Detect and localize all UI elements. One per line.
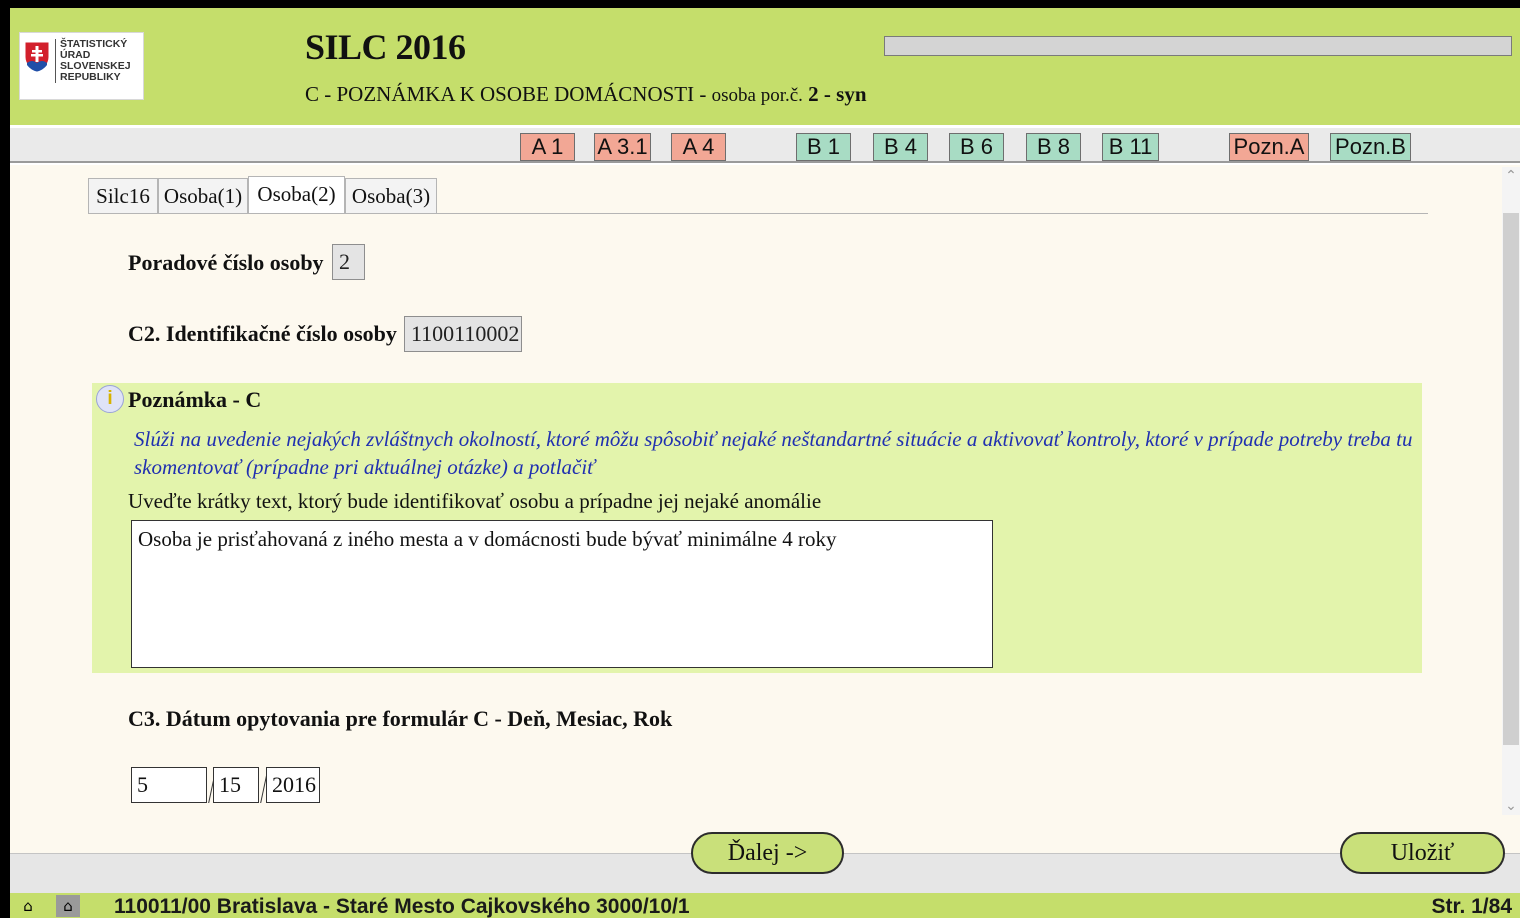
section-nav-bar: A 1 A 3.1 A 4 B 1 B 4 B 6 B 8 B 11 Pozn.…: [10, 125, 1520, 163]
nav-b8-button[interactable]: B 8: [1026, 133, 1081, 161]
tab-underline: [88, 213, 1428, 214]
nav-a1-button[interactable]: A 1: [520, 133, 575, 161]
order-number-label: Poradové číslo osoby: [128, 250, 324, 275]
home-alt-icon[interactable]: ⌂: [56, 895, 80, 917]
note-panel: i Poznámka - C Slúži na uvedenie nejakýc…: [92, 383, 1422, 673]
logo-text: ŠTATISTICKÝ ÚRAD SLOVENSKEJ REPUBLIKY: [55, 39, 131, 83]
statistical-office-logo: ŠTATISTICKÝ ÚRAD SLOVENSKEJ REPUBLIKY: [19, 32, 144, 100]
subtitle-section: C - POZNÁMKA K OSOBE DOMÁCNOSTI: [305, 82, 695, 106]
subtitle-separator: -: [694, 82, 712, 106]
interview-date-label: C3. Dátum opytovania pre formulár C - De…: [128, 706, 673, 731]
status-bar: ⌂ ⌂ 110011/00 Bratislava - Staré Mesto C…: [10, 893, 1520, 918]
date-year-input[interactable]: 2016: [266, 767, 320, 803]
subtitle-person-prefix: osoba por.č.: [711, 85, 803, 106]
section-subtitle: C - POZNÁMKA K OSOBE DOMÁCNOSTI - osoba …: [305, 82, 867, 107]
nav-b6-button[interactable]: B 6: [949, 133, 1004, 161]
nav-b4-button[interactable]: B 4: [873, 133, 928, 161]
scroll-down-icon[interactable]: ⌄: [1502, 797, 1520, 815]
form-content: Silc16 Osoba(1) Osoba(2) Osoba(3) ⌃ ⌄ Po…: [10, 165, 1520, 853]
note-help-text: Slúži na uvedenie nejakých zvláštnych ok…: [134, 427, 1413, 479]
subtitle-person-number: 2: [808, 82, 819, 106]
page-indicator: Str. 1/84: [1431, 895, 1512, 918]
tab-silc16[interactable]: Silc16: [88, 178, 158, 214]
date-month-input[interactable]: 15: [213, 767, 259, 803]
next-button[interactable]: Ďalej ->: [691, 832, 844, 874]
date-day-input[interactable]: 5: [131, 767, 207, 803]
info-icon: i: [96, 385, 124, 413]
note-title: Poznámka - C: [128, 387, 262, 412]
tab-osoba-3[interactable]: Osoba(3): [345, 178, 437, 214]
nav-a4-button[interactable]: A 4: [671, 133, 726, 161]
scrollbar-thumb[interactable]: [1503, 213, 1519, 745]
nav-b1-button[interactable]: B 1: [796, 133, 851, 161]
nav-b11-button[interactable]: B 11: [1102, 133, 1159, 161]
logo-line: REPUBLIKY: [60, 71, 121, 83]
progress-bar: [884, 36, 1512, 56]
person-id-label: C2. Identifikačné číslo osoby: [128, 321, 397, 346]
app-title: SILC 2016: [305, 27, 466, 67]
tab-osoba-2[interactable]: Osoba(2): [248, 176, 345, 214]
app-header: ŠTATISTICKÝ ÚRAD SLOVENSKEJ REPUBLIKY SI…: [10, 8, 1520, 125]
slovak-coat-of-arms-icon: [24, 41, 50, 73]
nav-a3-1-button[interactable]: A 3.1: [594, 133, 651, 161]
household-address: 110011/00 Bratislava - Staré Mesto Cajko…: [114, 895, 690, 918]
subtitle-relation: syn: [836, 82, 867, 106]
nav-pozn-a-button[interactable]: Pozn.A: [1229, 133, 1309, 161]
tab-osoba-1[interactable]: Osoba(1): [158, 178, 248, 214]
subtitle-dash: -: [818, 82, 837, 106]
scroll-up-icon[interactable]: ⌃: [1502, 167, 1520, 185]
note-textarea[interactable]: Osoba je prisťahovaná z iného mesta a v …: [131, 520, 993, 668]
order-number-field: 2: [332, 244, 365, 280]
home-icon[interactable]: ⌂: [16, 895, 40, 917]
nav-pozn-b-button[interactable]: Pozn.B: [1330, 133, 1411, 161]
person-id-field: 1100110002: [404, 316, 522, 352]
note-instruction: Uveďte krátky text, ktorý bude identifik…: [128, 489, 822, 513]
vertical-scrollbar[interactable]: ⌃ ⌄: [1502, 167, 1520, 815]
save-button[interactable]: Uložiť: [1340, 832, 1505, 874]
